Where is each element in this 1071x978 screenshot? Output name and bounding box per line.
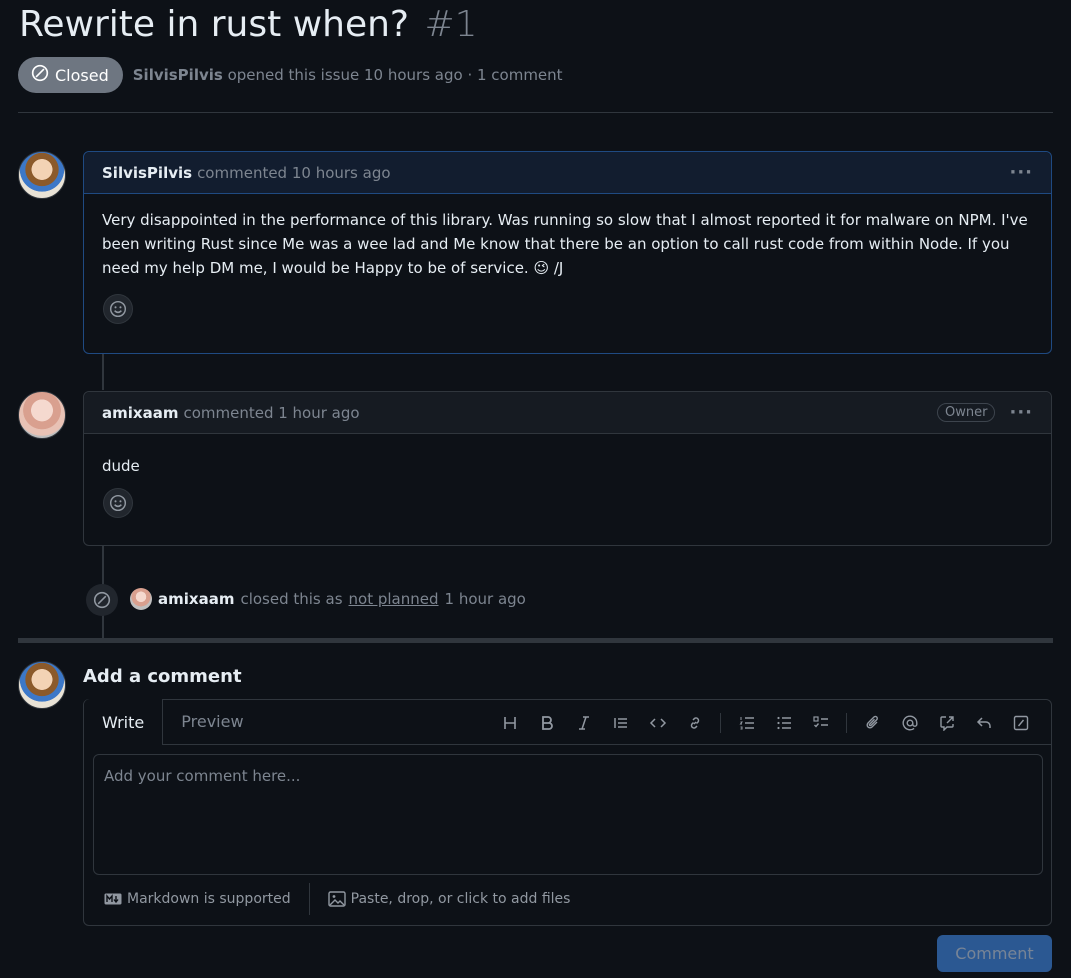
avatar[interactable] [18, 151, 66, 199]
toolbar-divider [720, 712, 721, 733]
comment-author[interactable]: SilvisPilvis [102, 164, 192, 182]
markdown-note-label: Markdown is supported [127, 891, 291, 907]
bold-icon[interactable] [528, 708, 565, 738]
footer-divider [308, 883, 310, 915]
event-actor[interactable]: amixaam [158, 590, 234, 608]
issue-state-row: Closed SilvisPilvis opened this issue 10… [18, 57, 563, 93]
avatar[interactable] [130, 588, 152, 610]
issue-title-text: Rewrite in rust when? [19, 4, 410, 45]
comment-header: SilvisPilvis commented 10 hours ago ··· [84, 152, 1051, 194]
italic-icon[interactable] [565, 708, 602, 738]
tab-write[interactable]: Write [84, 699, 164, 745]
avatar[interactable] [18, 391, 66, 439]
comment-timestamp[interactable]: commented 10 hours ago [197, 164, 390, 182]
code-icon[interactable] [639, 708, 676, 738]
tab-preview[interactable]: Preview [163, 699, 261, 744]
issue-title: Rewrite in rust when? #1 [19, 4, 478, 45]
issue-meta: SilvisPilvis opened this issue 10 hours … [133, 66, 563, 84]
timeline-line [102, 354, 104, 390]
add-files-label: Paste, drop, or click to add files [350, 891, 571, 907]
markdown-toolbar [491, 700, 1039, 745]
event-timestamp[interactable]: 1 hour ago [445, 590, 526, 608]
comment-timestamp[interactable]: commented 1 hour ago [183, 404, 359, 422]
add-reaction-button[interactable] [103, 488, 133, 518]
comment-button[interactable]: Comment [937, 935, 1052, 972]
comment-author[interactable]: amixaam [102, 404, 178, 422]
comment-textarea[interactable]: Add your comment here... [93, 754, 1043, 875]
markdown-note[interactable]: Markdown is supported [104, 891, 291, 907]
toolbar-divider [846, 712, 847, 733]
add-reaction-button[interactable] [103, 294, 133, 324]
slash-command-icon[interactable] [1002, 708, 1039, 738]
kebab-menu-icon[interactable]: ··· [1009, 162, 1033, 183]
smiley-icon [109, 494, 127, 512]
status-badge: Closed [18, 57, 123, 93]
comment-body: Very disappointed in the performance of … [102, 211, 1028, 277]
heading-icon[interactable] [491, 708, 528, 738]
quote-icon[interactable] [602, 708, 639, 738]
avatar [18, 661, 66, 709]
comment-header: amixaam commented 1 hour ago Owner ··· [84, 392, 1051, 434]
add-files-button[interactable]: Paste, drop, or click to add files [327, 891, 571, 907]
editor-footer: Markdown is supported Paste, drop, or cl… [104, 882, 570, 916]
timeline-event: amixaam closed this as not planned 1 hou… [130, 588, 526, 610]
editor-header: Write Preview [84, 699, 1051, 745]
add-comment-title: Add a comment [83, 666, 242, 687]
issue-meta-text: opened this issue 10 hours ago · 1 comme… [227, 66, 563, 84]
reference-icon[interactable] [928, 708, 965, 738]
event-text: closed this as [240, 590, 343, 608]
comment-card: SilvisPilvis commented 10 hours ago ··· … [83, 151, 1052, 354]
smiley-icon [109, 300, 127, 318]
closed-event-icon [86, 584, 118, 616]
reply-icon[interactable] [965, 708, 1002, 738]
comment-card: amixaam commented 1 hour ago Owner ··· d… [83, 391, 1052, 546]
header-divider [18, 112, 1053, 113]
comment-body: dude [102, 457, 140, 475]
owner-badge: Owner [937, 403, 996, 422]
not-planned-link[interactable]: not planned [349, 590, 439, 608]
timeline-end-divider [18, 638, 1053, 643]
comment-editor: Write Preview Add your comment here... M… [83, 699, 1052, 926]
attach-icon[interactable] [854, 708, 891, 738]
closed-skip-icon [31, 64, 49, 86]
status-label: Closed [55, 65, 109, 85]
unordered-list-icon[interactable] [765, 708, 802, 738]
ordered-list-icon[interactable] [728, 708, 765, 738]
image-icon [327, 891, 346, 907]
issue-number: #1 [424, 4, 478, 45]
issue-author-link[interactable]: SilvisPilvis [133, 66, 223, 84]
link-icon[interactable] [676, 708, 713, 738]
task-list-icon[interactable] [802, 708, 839, 738]
kebab-menu-icon[interactable]: ··· [1009, 402, 1033, 423]
mention-icon[interactable] [891, 708, 928, 738]
markdown-icon [104, 893, 122, 905]
